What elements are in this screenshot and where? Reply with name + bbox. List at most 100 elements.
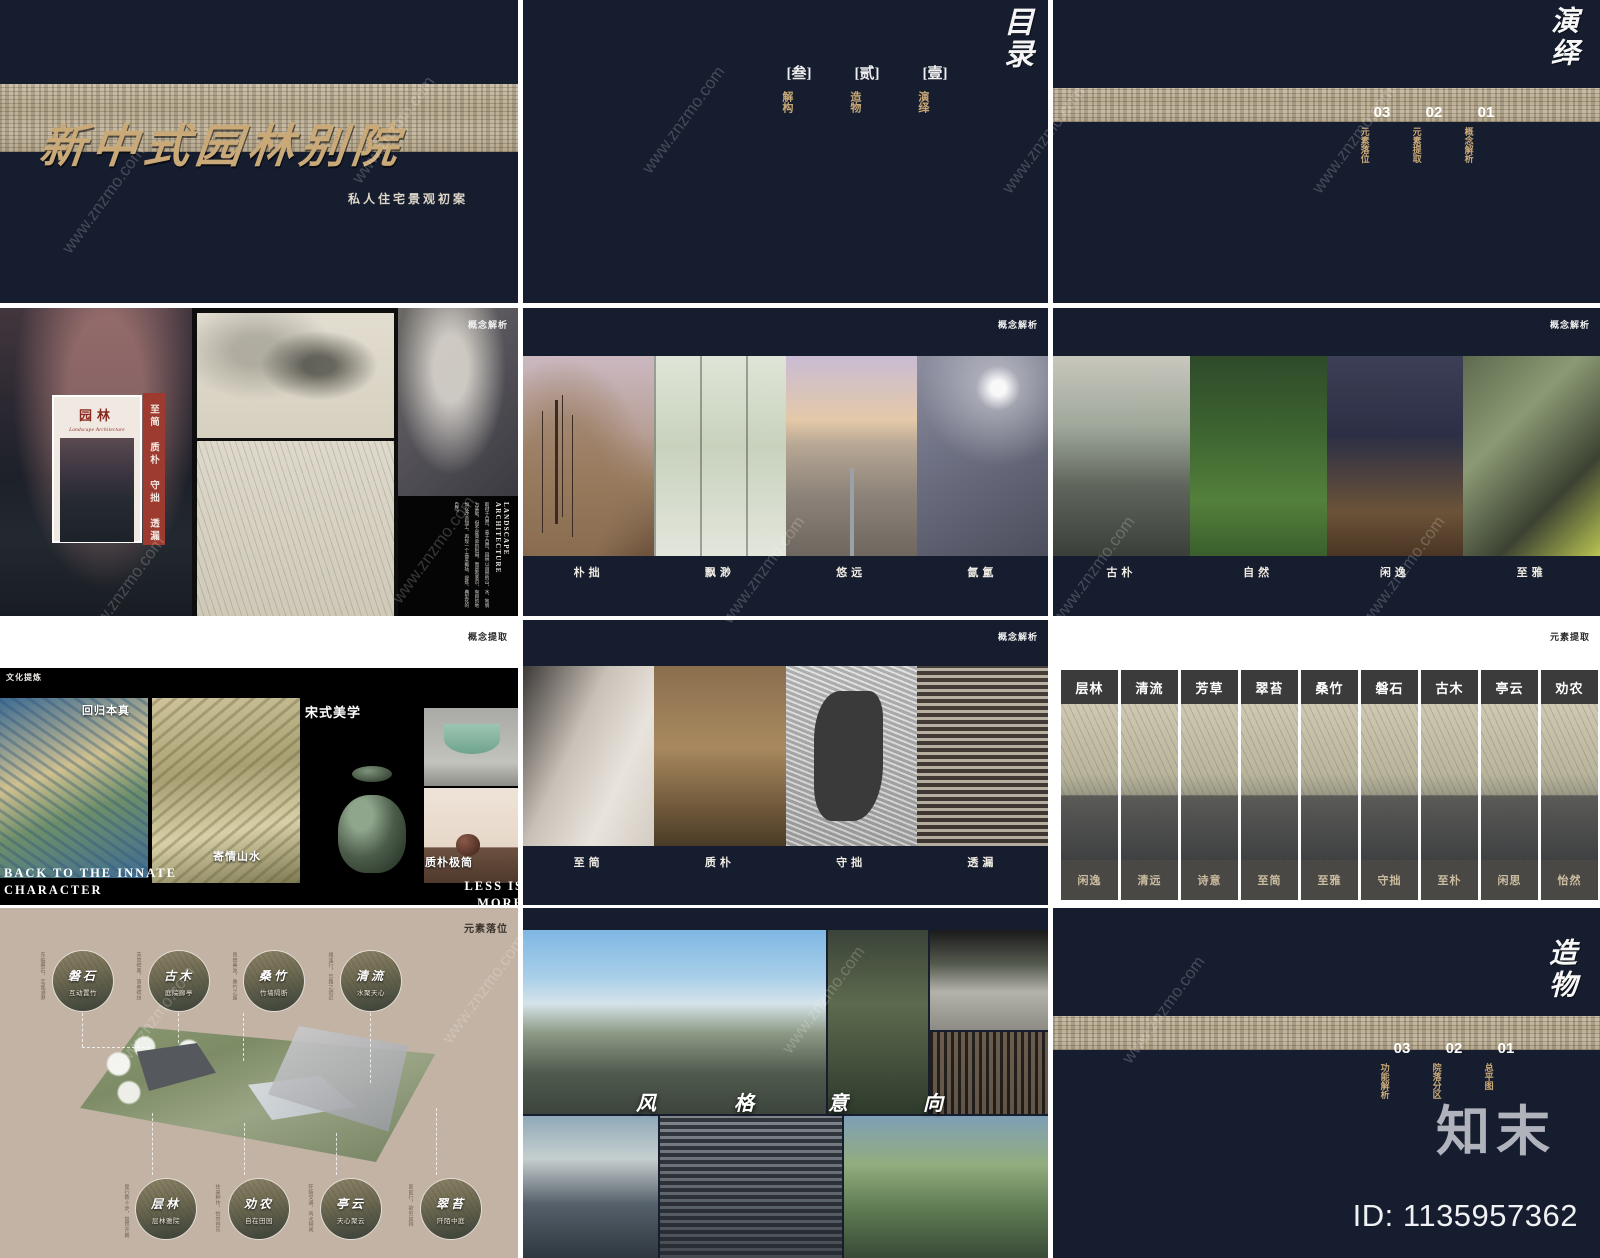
element-column[interactable]: 古木 至朴 bbox=[1421, 670, 1478, 900]
celadon-bowl bbox=[444, 724, 500, 754]
element-image bbox=[1241, 704, 1298, 860]
site-node-gumu[interactable]: 古木 庭院廊亭 bbox=[148, 950, 210, 1012]
corner-tag: 元素落位 bbox=[464, 924, 508, 935]
slide-cover[interactable]: 新中式园林别院 私人住宅景观初案 bbox=[0, 0, 518, 303]
mood-photo bbox=[654, 356, 786, 556]
element-mood: 至简 bbox=[1241, 860, 1298, 900]
mood-captions: 至简 质朴 守拙 透漏 bbox=[523, 854, 1048, 870]
node-side-text: 复行数十步，豁然开朗 bbox=[123, 1184, 129, 1238]
element-column[interactable]: 清流 清远 bbox=[1121, 670, 1178, 900]
toc-label: 演绎 bbox=[916, 91, 929, 113]
scroll-painting-band bbox=[1053, 88, 1600, 122]
slide-section-divider-zaowu[interactable]: 造物 03 功能解析 02 院落分区 01 总平图 知末 ID: 1135957… bbox=[1053, 908, 1600, 1258]
mood-photo bbox=[916, 666, 1048, 846]
site-node-cenglin[interactable]: 层林 层林雅院 bbox=[135, 1178, 197, 1240]
celadon-jar bbox=[338, 795, 406, 873]
element-image bbox=[1301, 704, 1358, 860]
slide-table-of-contents[interactable]: 目录 [叁] 解构 [贰] 造物 [壹] 演绎 bbox=[523, 0, 1048, 303]
slide-mood-board-3[interactable]: 概念解析 至简 质朴 守拙 透漏 bbox=[523, 620, 1048, 905]
corner-tag: 概念解析 bbox=[1549, 320, 1590, 330]
leader-line bbox=[244, 1123, 245, 1175]
site-node-tingyun[interactable]: 亭云 天心聚云 bbox=[320, 1178, 382, 1240]
style-photo-grid: 风 格 意 向 bbox=[523, 930, 1048, 1258]
element-name: 亭云 bbox=[1481, 670, 1538, 704]
slide-element-placement[interactable]: 元素落位 磐石 互动置竹 东临磐石，互观涵渺 古木 庭院廊亭 芳草鲜美，落英缤纷… bbox=[0, 908, 518, 1258]
element-mood: 至朴 bbox=[1421, 860, 1478, 900]
site-node-qingliu[interactable]: 清流 水聚天心 bbox=[340, 950, 402, 1012]
element-mood: 闲思 bbox=[1481, 860, 1538, 900]
mood-photo-strip bbox=[523, 356, 1048, 556]
element-column[interactable]: 芳草 诗意 bbox=[1181, 670, 1238, 900]
element-mood: 怡然 bbox=[1541, 860, 1598, 900]
element-column[interactable]: 桑竹 至雅 bbox=[1301, 670, 1358, 900]
label-return-to-origin: 回归本真 bbox=[82, 705, 130, 717]
element-mood: 清远 bbox=[1121, 860, 1178, 900]
element-column[interactable]: 亭云 闲思 bbox=[1481, 670, 1538, 900]
garden-book-card: 园林 Landscape Architecture bbox=[52, 395, 142, 543]
slide-mood-board-2[interactable]: 概念解析 古朴 自然 闲逸 至雅 bbox=[1053, 308, 1600, 616]
toc-heading: 目录 bbox=[999, 6, 1032, 70]
element-column[interactable]: 磐石 守拙 bbox=[1361, 670, 1418, 900]
divider-item-03[interactable]: 03 功能解析 bbox=[1376, 1040, 1428, 1099]
element-image bbox=[1061, 704, 1118, 860]
toc-item-1[interactable]: [壹] 演绎 bbox=[912, 62, 958, 113]
label-less-is-more: LESS IS MORE bbox=[464, 879, 518, 905]
label-simple-minimal: 质朴极简 bbox=[425, 857, 473, 869]
element-column[interactable]: 劝农 怡然 bbox=[1541, 670, 1598, 900]
slide-style-intent[interactable]: 风 格 意 向 bbox=[523, 908, 1048, 1258]
toc-number: [贰] bbox=[854, 66, 880, 82]
node-desc: 竹墙隔断 bbox=[260, 990, 288, 997]
site-node-quannong[interactable]: 劝农 自在田园 bbox=[228, 1178, 290, 1240]
node-desc: 天心聚云 bbox=[337, 1218, 365, 1225]
blue-green-landscape-painting bbox=[0, 698, 148, 878]
element-image bbox=[1481, 704, 1538, 860]
divider-number: 03 bbox=[1373, 104, 1391, 121]
node-desc: 阡陌中庭 bbox=[437, 1218, 465, 1225]
divider-label: 元素提取 bbox=[1411, 127, 1422, 163]
mood-caption: 悠远 bbox=[836, 567, 867, 579]
mood-photo bbox=[1326, 356, 1464, 556]
node-side-text: 复前行，欲穷其林 bbox=[407, 1184, 413, 1228]
toc-item-3[interactable]: [叁] 解构 bbox=[776, 62, 822, 113]
mood-caption: 至雅 bbox=[1516, 567, 1547, 579]
site-node-panshi[interactable]: 磐石 互动置竹 bbox=[52, 950, 114, 1012]
label-back-to-innate: BACK TO THE INNATE CHARACTER bbox=[4, 866, 177, 897]
card-photo bbox=[60, 438, 134, 542]
ink-painting-bottom bbox=[197, 441, 394, 616]
jar-lid bbox=[352, 766, 392, 782]
caption-block: LANDSCAPE ARCHITECTURE 取材于自然、高于自然，园林以自然的… bbox=[398, 496, 518, 616]
node-desc: 自在田园 bbox=[245, 1218, 273, 1225]
divider-number: 01 bbox=[1497, 1040, 1515, 1057]
style-char-3: 意 bbox=[828, 1093, 848, 1115]
element-column[interactable]: 层林 闲逸 bbox=[1061, 670, 1118, 900]
site-node-cuitai[interactable]: 翠苔 阡陌中庭 bbox=[420, 1178, 482, 1240]
divider-item-02[interactable]: 02 元素提取 bbox=[1408, 104, 1460, 163]
toc-label: 造物 bbox=[848, 91, 861, 113]
slide-section-divider-yanyi[interactable]: 演绎 03 元素落位 02 元素提取 01 概念解析 bbox=[1053, 0, 1600, 303]
site-node-sangzhu[interactable]: 桑竹 竹墙隔断 bbox=[243, 950, 305, 1012]
mood-captions: 朴拙 飘渺 悠远 氤氲 bbox=[523, 564, 1048, 580]
mood-caption: 自然 bbox=[1243, 567, 1274, 579]
divider-item-01[interactable]: 01 概念解析 bbox=[1460, 104, 1512, 163]
style-char-2: 格 bbox=[734, 1093, 754, 1115]
vertical-title: LANDSCAPE ARCHITECTURE bbox=[494, 502, 510, 574]
mood-photo bbox=[1053, 356, 1190, 556]
card-subtitle: Landscape Architecture bbox=[69, 427, 125, 433]
slide-element-extraction[interactable]: 元素提取 层林 闲逸 清流 清远 芳草 诗意 翠苔 至简 桑竹 至雅 磐石 守拙… bbox=[1053, 620, 1600, 905]
slide-concept-collage[interactable]: 园林 Landscape Architecture 至简 质朴 守拙 透漏 概念… bbox=[0, 308, 518, 616]
element-name: 古木 bbox=[1421, 670, 1478, 704]
slide-mood-board-1[interactable]: 概念解析 朴拙 飘渺 悠远 氤氲 bbox=[523, 308, 1048, 616]
divider-heading: 造物 bbox=[1545, 938, 1576, 1002]
watermark-id: ID: 1135957362 bbox=[1352, 1198, 1578, 1233]
toc-item-2[interactable]: [贰] 造物 bbox=[844, 62, 890, 113]
node-side-text: 芳草鲜美，落英缤纷 bbox=[135, 952, 141, 1001]
node-side-text: 良田美池，桑竹之属 bbox=[231, 952, 237, 1001]
divider-item-03[interactable]: 03 元素落位 bbox=[1356, 104, 1408, 163]
corner-tag: 概念提取 bbox=[467, 632, 508, 642]
divider-label: 元素落位 bbox=[1359, 127, 1370, 163]
element-column[interactable]: 翠苔 至简 bbox=[1241, 670, 1298, 900]
mood-caption: 朴拙 bbox=[573, 567, 604, 579]
element-mood: 守拙 bbox=[1361, 860, 1418, 900]
divider-label: 总平图 bbox=[1483, 1063, 1494, 1090]
slide-culture-extraction[interactable]: 概念提取 文化提炼 回归本真 寄情山水 宋式美学 质朴极简 BACK TO TH… bbox=[0, 620, 518, 905]
